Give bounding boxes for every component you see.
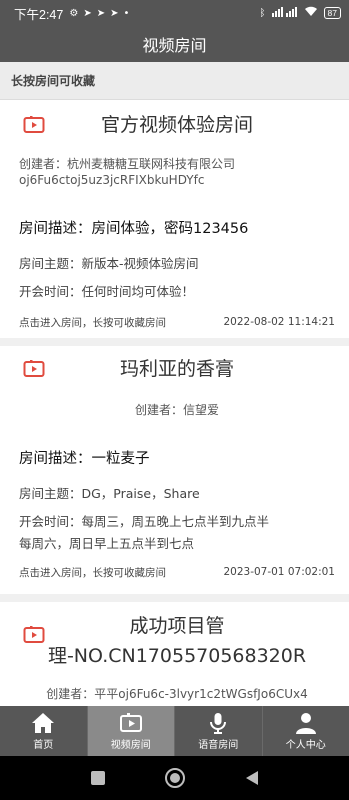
app-bar: 视频房间 [0, 26, 349, 62]
room-topic: 房间主题：新版本-视频体验房间 [19, 256, 199, 271]
room-creator: 创建者：信望爱 [134, 403, 219, 417]
page-title: 视频房间 [142, 36, 207, 55]
room-title: 成功项目管 [129, 615, 225, 637]
room-title-line2: 理-NO.CN1705570568320R [47, 645, 307, 667]
home-button-icon[interactable] [164, 767, 186, 789]
room-description: 房间描述：一粒麦子 [19, 451, 150, 467]
tab-label: 个人中心 [285, 739, 326, 751]
send-icon: ➤ [96, 7, 106, 19]
tab-home[interactable]: 首页 [0, 706, 88, 756]
person-icon [295, 712, 316, 734]
system-nav-bar [0, 756, 349, 800]
room-title: 官方视频体验房间 [100, 114, 253, 136]
tab-video-room[interactable]: 视频房间 [87, 706, 175, 756]
tab-label: 首页 [33, 739, 54, 751]
video-room-icon [23, 116, 45, 133]
home-icon [32, 712, 55, 733]
send-icon: ➤ [83, 7, 92, 19]
tab-label: 语音房间 [198, 739, 239, 751]
favorite-hint-text: 长按房间可收藏 [11, 74, 96, 88]
microphone-icon [210, 712, 227, 734]
room-date: 2023-07-01 07:02:01 [223, 566, 335, 578]
battery-indicator: 87 [323, 7, 341, 19]
gear-icon: ⚙ [69, 7, 79, 19]
room-creator: 创建者：杭州麦糖糖互联网科技有限公司 [19, 157, 236, 171]
room-card[interactable]: 成功项目管 理-NO.CN1705570568320R 创建者：平平oj6Fu6… [0, 602, 349, 706]
favorite-hint-bar: 长按房间可收藏 [0, 62, 349, 100]
back-icon[interactable] [244, 770, 260, 786]
room-description: 房间描述：房间体验，密码123456 [19, 221, 249, 237]
send-icon: ➤ [110, 7, 119, 19]
room-date: 2022-08-02 11:14:21 [223, 316, 335, 328]
room-meeting-time: 开会时间：每周三，周五晚上七点半到九点半 [19, 514, 270, 529]
bottom-tab-bar: 首页 视频房间 语音房间 个人中心 [0, 706, 349, 756]
room-creator: 创建者：平平oj6Fu6c-3lvyr1c2tWGsfJo6CUx4 [46, 687, 308, 701]
bluetooth-icon: ᛒ [259, 7, 266, 19]
status-bar: 下午2:47 ⚙ ➤ ➤ ➤ • ᛒ 87 [0, 0, 349, 26]
room-topic: 房间主题：DG，Praise，Share [19, 486, 200, 501]
tab-profile[interactable]: 个人中心 [263, 706, 349, 756]
room-footer-hint: 点击进入房间，长按可收藏房间 [19, 316, 166, 329]
notification-icons: ⚙ ➤ ➤ ➤ • [69, 8, 129, 19]
tab-label: 视频房间 [110, 739, 151, 751]
dot-icon: • [123, 7, 130, 19]
wifi-icon [304, 6, 318, 20]
room-creator-id: oj6Fu6ctoj5uz3jcRFIXbkuHDYfc [19, 173, 205, 187]
room-meeting-time: 开会时间：任何时间均可体验！ [19, 284, 195, 299]
video-room-icon [23, 626, 45, 643]
recent-apps-icon[interactable] [90, 770, 106, 786]
video-room-icon [23, 360, 45, 377]
room-card[interactable]: 官方视频体验房间 创建者：杭州麦糖糖互联网科技有限公司 oj6Fu6ctoj5u… [0, 100, 349, 338]
room-meeting-time-line2: 每周六，周日早上五点半到七点 [19, 536, 195, 551]
room-footer-hint: 点击进入房间，长按可收藏房间 [19, 566, 166, 579]
room-title: 玛利亚的香膏 [119, 358, 234, 380]
signal-icon [271, 6, 298, 20]
status-time: 下午2:47 [14, 7, 64, 22]
room-list[interactable]: 官方视频体验房间 创建者：杭州麦糖糖互联网科技有限公司 oj6Fu6ctoj5u… [0, 100, 349, 706]
room-card[interactable]: 玛利亚的香膏 创建者：信望爱 房间描述：一粒麦子 房间主题：DG，Praise，… [0, 346, 349, 594]
tab-voice-room[interactable]: 语音房间 [175, 706, 263, 756]
video-room-icon [119, 712, 142, 732]
